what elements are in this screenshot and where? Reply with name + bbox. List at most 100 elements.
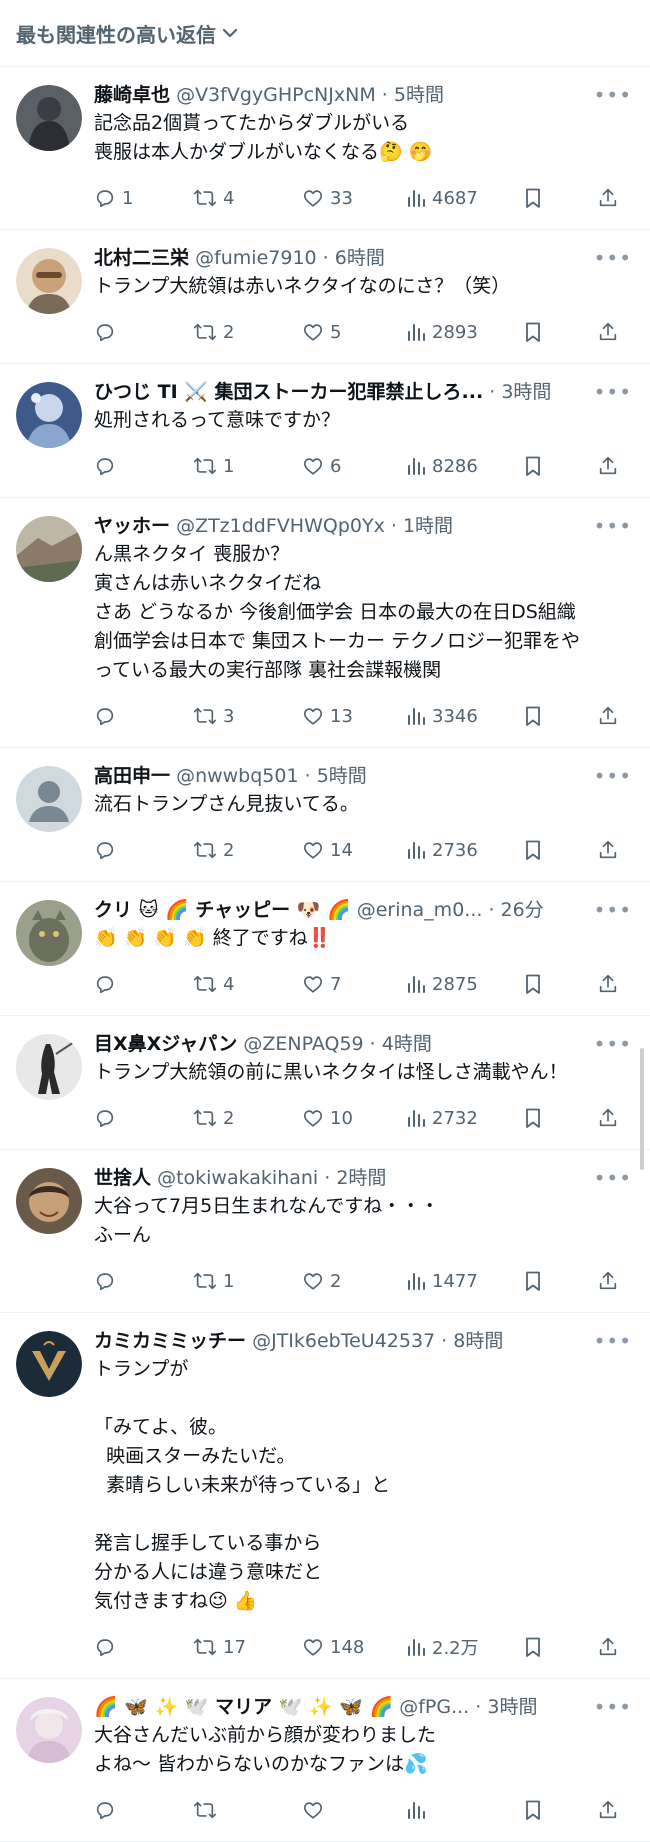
more-icon[interactable]: ••• — [594, 1693, 632, 1721]
more-icon[interactable]: ••• — [594, 762, 632, 790]
more-icon[interactable]: ••• — [594, 81, 632, 109]
more-icon[interactable]: ••• — [594, 512, 632, 540]
views-button[interactable]: 2.2万 — [406, 1634, 523, 1660]
like-button[interactable]: 10 — [302, 1107, 406, 1129]
reply-button[interactable] — [94, 1107, 193, 1129]
avatar[interactable] — [16, 1168, 82, 1234]
avatar[interactable] — [16, 766, 82, 832]
author-handle[interactable]: @JTIk6ebTeU42537 — [252, 1330, 435, 1352]
views-button[interactable]: 1477 — [406, 1271, 523, 1292]
share-button[interactable] — [597, 321, 619, 343]
author-handle[interactable]: @tokiwakakihani — [157, 1167, 318, 1189]
bookmark-button[interactable] — [523, 705, 597, 727]
author-handle[interactable]: @ZENPAQ59 — [243, 1033, 363, 1055]
views-button[interactable]: 4687 — [406, 188, 523, 209]
retweet-button[interactable]: 1 — [193, 455, 302, 477]
avatar[interactable] — [16, 1034, 82, 1100]
share-button[interactable] — [597, 1107, 619, 1129]
author-name[interactable]: 目X鼻Xジャパン — [94, 1033, 237, 1055]
timestamp[interactable]: 6時間 — [335, 247, 385, 269]
reply-button[interactable] — [94, 1799, 193, 1821]
share-button[interactable] — [597, 705, 619, 727]
reply-button[interactable] — [94, 973, 193, 995]
more-icon[interactable]: ••• — [594, 378, 632, 406]
share-button[interactable] — [597, 187, 619, 209]
tweet-reply[interactable]: ••• ひつじ TI ⚔️ 集団ストーカー犯罪禁止しろ... · 3時間 処刑される… — [0, 364, 650, 498]
views-button[interactable]: 2893 — [406, 322, 523, 343]
timestamp[interactable]: 8時間 — [453, 1330, 503, 1352]
share-button[interactable] — [597, 1799, 619, 1821]
retweet-button[interactable]: 4 — [193, 187, 302, 209]
avatar[interactable] — [16, 1331, 82, 1397]
retweet-button[interactable]: 1 — [193, 1270, 302, 1292]
share-button[interactable] — [597, 455, 619, 477]
bookmark-button[interactable] — [523, 455, 597, 477]
author-name[interactable]: 世捨人 — [94, 1167, 151, 1189]
bookmark-button[interactable] — [523, 1107, 597, 1129]
retweet-button[interactable]: 2 — [193, 1107, 302, 1129]
author-name[interactable]: カミカミミッチー — [94, 1330, 246, 1352]
tweet-reply[interactable]: ••• 藤崎卓也 @V3fVgyGHPcNJxNM · 5時間 記念品2個貰ってたか… — [0, 67, 650, 230]
more-icon[interactable]: ••• — [594, 244, 632, 272]
views-button[interactable]: 3346 — [406, 706, 523, 727]
views-button[interactable]: 2875 — [406, 974, 523, 995]
bookmark-button[interactable] — [523, 1270, 597, 1292]
timestamp[interactable]: 2時間 — [336, 1167, 386, 1189]
like-button[interactable]: 148 — [302, 1636, 406, 1658]
share-button[interactable] — [597, 1270, 619, 1292]
tweet-reply[interactable]: ••• 高田申一 @nwwbq501 · 5時間 流石トランプさん見抜いてる。 2 14… — [0, 748, 650, 882]
share-button[interactable] — [597, 839, 619, 861]
views-button[interactable]: 2732 — [406, 1108, 523, 1129]
like-button[interactable]: 2 — [302, 1270, 406, 1292]
timestamp[interactable]: 5時間 — [394, 84, 444, 106]
timestamp[interactable]: 5時間 — [317, 765, 367, 787]
retweet-button[interactable]: 2 — [193, 839, 302, 861]
author-name[interactable]: 高田申一 — [94, 765, 170, 787]
reply-button[interactable]: 1 — [94, 187, 193, 209]
author-name[interactable]: 🌈 🦋 ✨ 🕊️ マリア 🕊️ ✨ 🦋 🌈 — [94, 1696, 393, 1718]
bookmark-button[interactable] — [523, 839, 597, 861]
tweet-reply[interactable]: ••• 北村二三栄 @fumie7910 · 6時間 トランプ大統領は赤いネクタイな… — [0, 230, 650, 364]
like-button[interactable]: 33 — [302, 187, 406, 209]
like-button[interactable] — [302, 1799, 406, 1821]
more-icon[interactable]: ••• — [594, 896, 632, 924]
like-button[interactable]: 14 — [302, 839, 406, 861]
views-button[interactable]: 8286 — [406, 456, 523, 477]
timestamp[interactable]: 3時間 — [501, 381, 551, 403]
author-handle[interactable]: @erina_m0... — [357, 899, 483, 921]
like-button[interactable]: 13 — [302, 705, 406, 727]
bookmark-button[interactable] — [523, 973, 597, 995]
avatar[interactable] — [16, 85, 82, 151]
author-name[interactable]: 藤崎卓也 — [94, 84, 170, 106]
tweet-reply[interactable]: ••• 世捨人 @tokiwakakihani · 2時間 大谷って7月5日生まれな… — [0, 1150, 650, 1313]
author-name[interactable]: ヤッホー — [94, 515, 170, 537]
author-handle[interactable]: @fumie7910 — [195, 247, 317, 269]
reply-button[interactable] — [94, 839, 193, 861]
timestamp[interactable]: 4時間 — [382, 1033, 432, 1055]
avatar[interactable] — [16, 516, 82, 582]
views-button[interactable] — [406, 1800, 523, 1820]
author-handle[interactable]: @fPG... — [399, 1696, 469, 1718]
author-handle[interactable]: @ZTz1ddFVHWQp0Yx — [176, 515, 385, 537]
tweet-reply[interactable]: ••• ヤッホー @ZTz1ddFVHWQp0Yx · 1時間 ん黒ネクタイ 喪服か… — [0, 498, 650, 748]
views-button[interactable]: 2736 — [406, 840, 523, 861]
author-name[interactable]: ひつじ TI ⚔️ 集団ストーカー犯罪禁止しろ... — [94, 381, 483, 403]
reply-button[interactable] — [94, 1636, 193, 1658]
tweet-reply[interactable]: ••• 🌈 🦋 ✨ 🕊️ マリア 🕊️ ✨ 🦋 🌈 @fPG... · 3時間 大谷… — [0, 1679, 650, 1842]
share-button[interactable] — [597, 973, 619, 995]
more-icon[interactable]: ••• — [594, 1164, 632, 1192]
bookmark-button[interactable] — [523, 321, 597, 343]
avatar[interactable] — [16, 900, 82, 966]
retweet-button[interactable] — [193, 1799, 302, 1821]
avatar[interactable] — [16, 1697, 82, 1763]
timestamp[interactable]: 26分 — [501, 899, 544, 921]
reply-button[interactable] — [94, 1270, 193, 1292]
bookmark-button[interactable] — [523, 1799, 597, 1821]
retweet-button[interactable]: 2 — [193, 321, 302, 343]
share-button[interactable] — [597, 1636, 619, 1658]
more-icon[interactable]: ••• — [594, 1030, 632, 1058]
timestamp[interactable]: 3時間 — [487, 1696, 537, 1718]
tweet-reply[interactable]: ••• 目X鼻Xジャパン @ZENPAQ59 · 4時間 トランプ大統領の前に黒いネ… — [0, 1016, 650, 1150]
like-button[interactable]: 5 — [302, 321, 406, 343]
avatar[interactable] — [16, 382, 82, 448]
